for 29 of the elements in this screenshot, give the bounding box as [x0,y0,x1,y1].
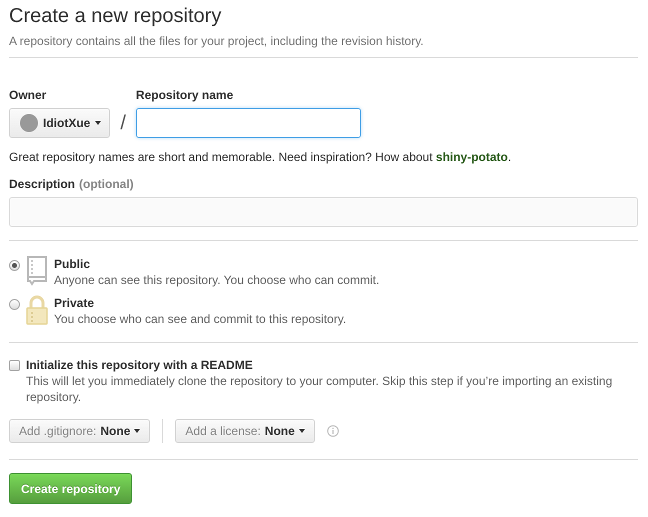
owner-dropdown[interactable]: IdiotXue [9,108,110,138]
option-label: Private [54,295,96,311]
avatar-icon [20,114,38,132]
readme-description: This will let you immediately clone the repository to your computer. Skip this step if you’re importing an existing repository. [26,373,614,405]
path-separator: / [119,112,127,136]
description-label: Description [9,177,76,191]
page-subtitle: A repository contains all the files for your project, including the revision history. [9,33,425,49]
radio-button[interactable] [9,260,20,271]
repository-name-label: Repository name [136,88,234,102]
dropdown-button[interactable]: Add .gitignore: None [9,419,150,443]
info-icon[interactable] [326,425,339,437]
description-field[interactable] [9,197,638,227]
repository-name-field[interactable] [136,108,361,138]
caret-icon [298,429,305,433]
option-label: Public [54,256,92,272]
page-title: Create a new repository [9,4,222,28]
option-description: Anyone can see this repository. You choose who can commit. [54,272,380,288]
radio-button[interactable] [9,299,20,310]
optional-hint: (optional) [79,177,134,191]
option-description: You choose who can see and commit to this repository. [54,311,346,327]
caret-icon [95,121,102,125]
dropdown-button[interactable]: Add a license: None [175,419,315,443]
name-hint: Great repository names are short and memorable. Need inspiration? How about shiny-potato. [9,149,512,165]
readme-checkbox[interactable] [9,360,20,371]
caret-icon [134,429,140,433]
lock-icon [26,295,48,325]
owner-label: Owner [9,88,48,102]
book-icon [26,256,48,286]
readme-label: Initialize this repository with a README [26,357,254,373]
